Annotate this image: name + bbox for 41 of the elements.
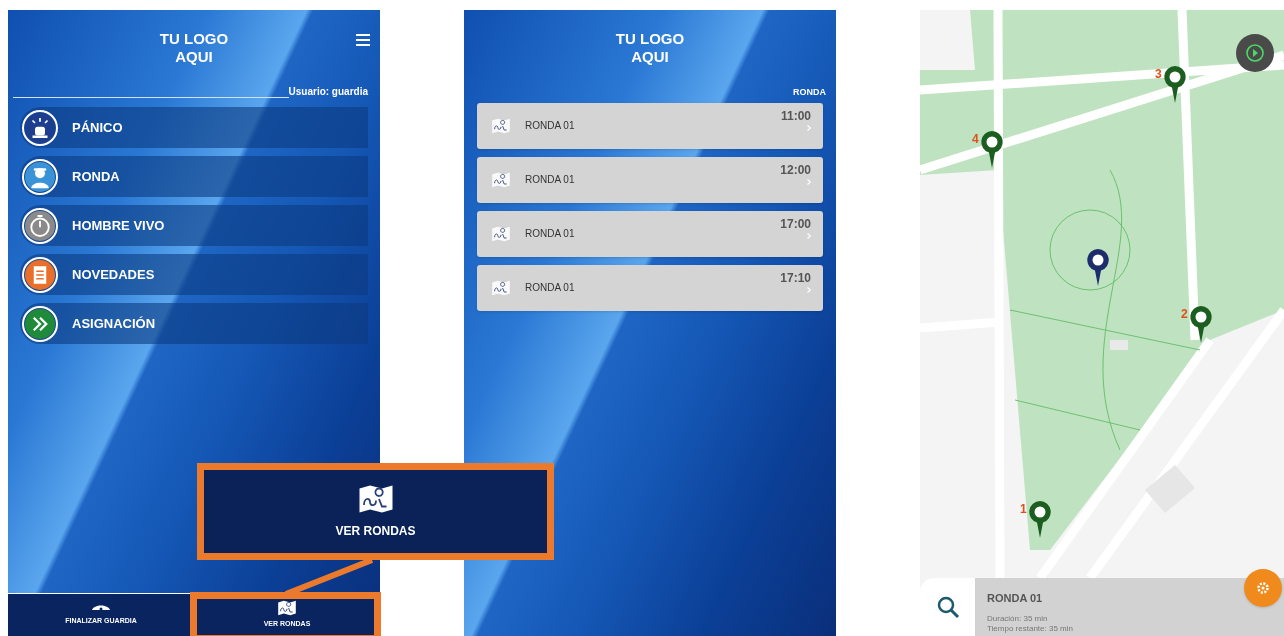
chevron-icon bbox=[807, 124, 811, 131]
checkpoint-number: 4 bbox=[972, 131, 979, 148]
double-chevron-icon bbox=[25, 308, 55, 339]
round-card[interactable]: RONDA 01 17:00 bbox=[477, 210, 823, 257]
round-detail: Duración: 35 min bbox=[987, 613, 1049, 624]
checkpoint-number: 1 bbox=[1020, 501, 1027, 518]
person-icon bbox=[25, 161, 55, 192]
logo-text: TU LOGO AQUI bbox=[615, 30, 685, 66]
logo-text: TU LOGO AQUI bbox=[159, 30, 229, 66]
stopwatch-icon bbox=[25, 210, 55, 241]
round-card[interactable]: RONDA 01 12:00 bbox=[477, 156, 823, 203]
map-icon bbox=[491, 225, 511, 242]
list-header: RONDA bbox=[793, 86, 826, 99]
play-icon bbox=[1245, 43, 1265, 63]
chevron-icon bbox=[807, 286, 811, 293]
search-button[interactable] bbox=[920, 578, 975, 636]
map-icon bbox=[277, 600, 297, 617]
menu-item[interactable]: NOVEDADES bbox=[20, 254, 368, 295]
map-icon bbox=[491, 171, 511, 188]
round-card[interactable]: RONDA 01 11:00 bbox=[477, 102, 823, 149]
round-card[interactable]: RONDA 01 17:10 bbox=[477, 264, 823, 311]
round-title: RONDA 01 bbox=[987, 591, 1044, 606]
checkpoint-number: 2 bbox=[1181, 306, 1188, 323]
round-detail: Tiempo restante: 35 min bbox=[987, 623, 1074, 634]
chevron-icon bbox=[807, 178, 811, 185]
menu-item[interactable]: PÁNICO bbox=[20, 107, 368, 148]
menu-item[interactable]: RONDA bbox=[20, 156, 368, 197]
menu-item[interactable]: HOMBRE VIVO bbox=[20, 205, 368, 246]
menu-item[interactable]: ASIGNACIÓN bbox=[20, 303, 368, 344]
map-icon bbox=[491, 279, 511, 296]
search-icon bbox=[935, 595, 960, 619]
building-footprint bbox=[1145, 465, 1195, 513]
map-icon bbox=[491, 117, 511, 134]
settings-icon bbox=[1256, 581, 1270, 595]
checkpoint-number: 3 bbox=[1155, 66, 1162, 83]
document-icon bbox=[25, 259, 55, 290]
siren-icon bbox=[25, 112, 55, 143]
chevron-icon bbox=[807, 232, 811, 239]
menu-icon[interactable] bbox=[356, 34, 370, 46]
user-label: Usuario: guardia bbox=[288, 85, 368, 99]
callout-label: VER RONDAS bbox=[335, 522, 416, 540]
